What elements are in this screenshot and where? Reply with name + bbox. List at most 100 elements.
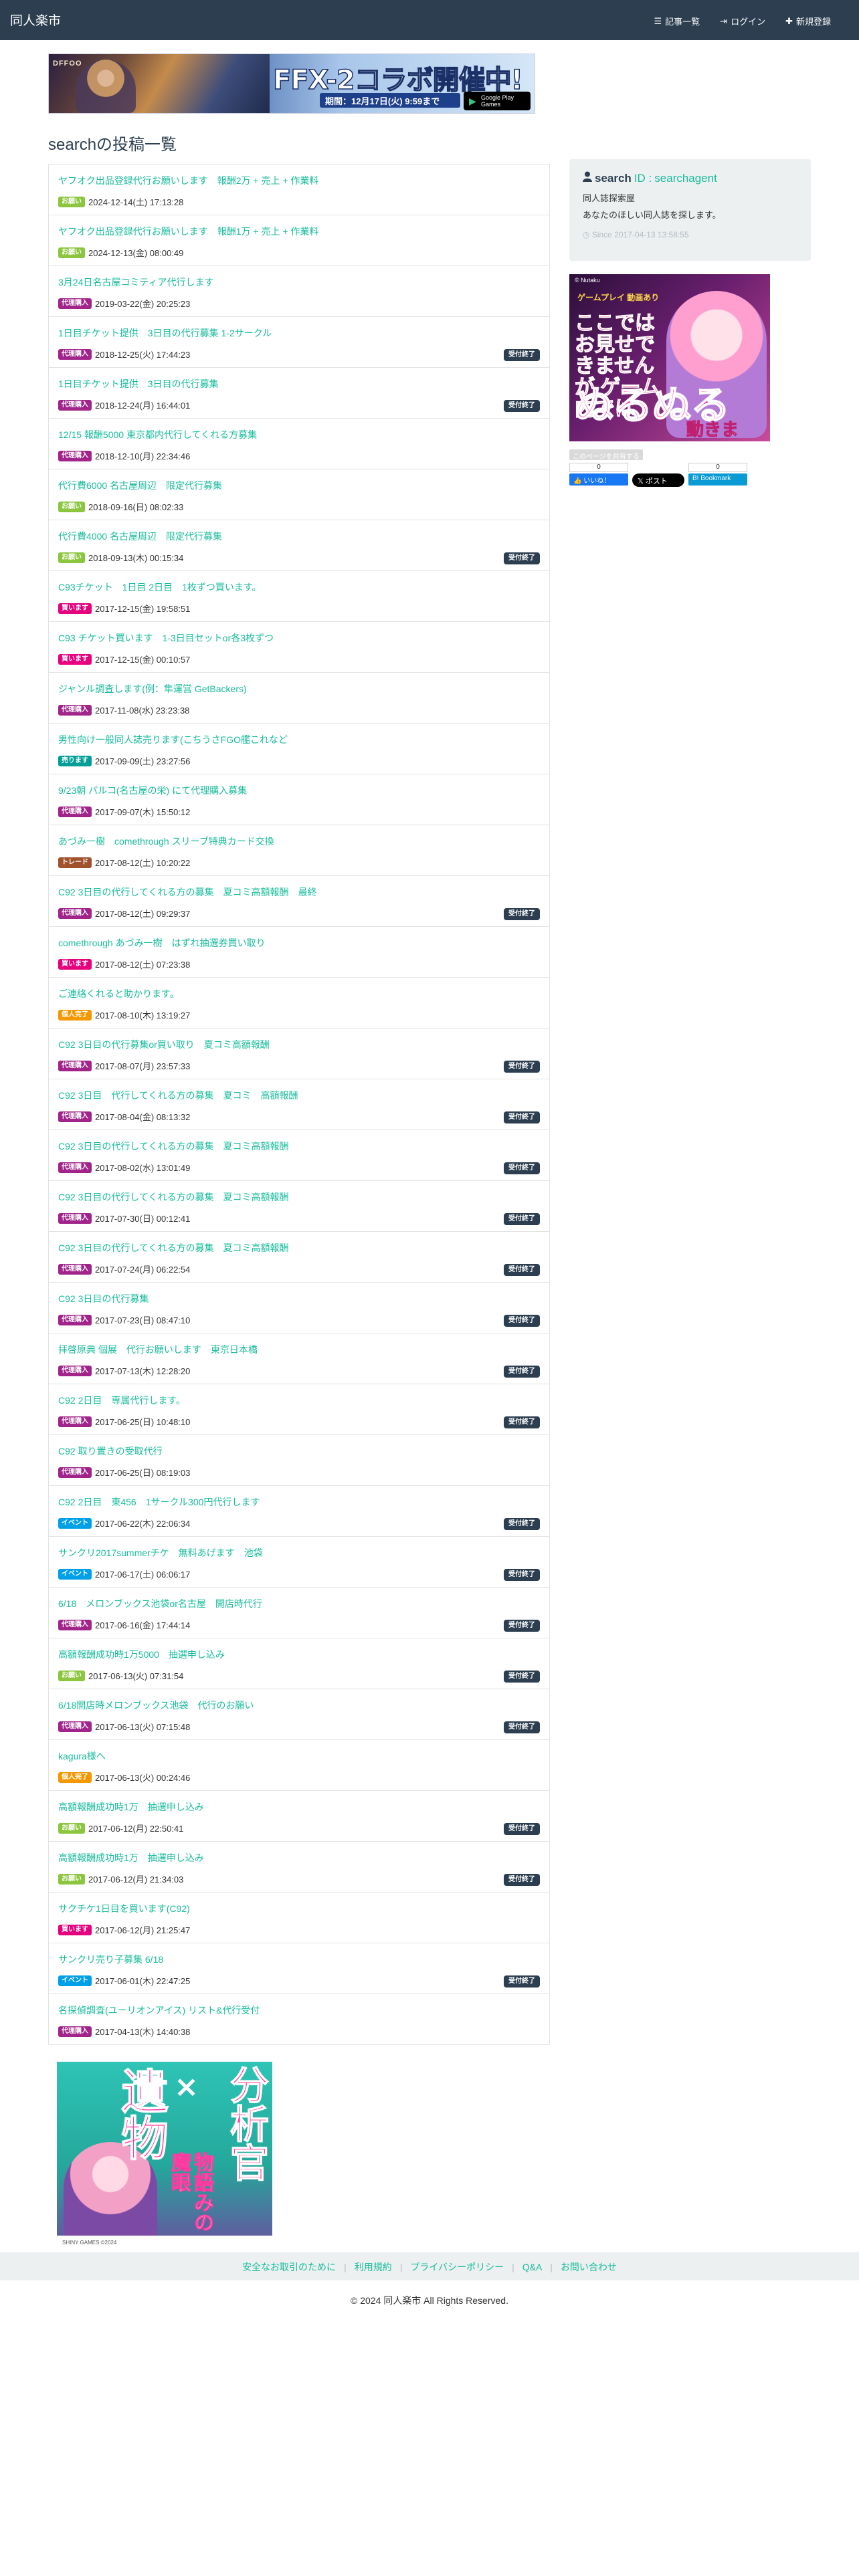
- post-title-link[interactable]: C92 3日目の代行してくれる方の募集 夏コミ高額報酬: [58, 1190, 289, 1204]
- footer-link[interactable]: 安全なお取引のために: [242, 2262, 336, 2272]
- post-title-link[interactable]: 3月24日名古屋コミティア代行します: [58, 276, 214, 289]
- brand-logo[interactable]: 同人楽市: [10, 11, 61, 29]
- x-post-button[interactable]: 𝕏 ポスト: [632, 473, 684, 487]
- sidebar-ad[interactable]: © Nutaku ゲームプレイ 動画あり ここでは お見せできませんが ゲーム内…: [569, 274, 770, 441]
- post-title-link[interactable]: C92 3日目の代行募集or買い取り 夏コミ高額報酬: [58, 1038, 270, 1051]
- bookmark-icon: B!: [692, 475, 699, 482]
- post-row: C93 チケット買います 1-3日目セットor各3枚ずつ 買います 2017-12-…: [48, 622, 550, 673]
- post-date: 2017-06-17(土) 06:06:17: [95, 1570, 191, 1580]
- post-title-link[interactable]: C92 3日目の代行してくれる方の募集 夏コミ高額報酬: [58, 1241, 289, 1255]
- post-date: 2017-07-23(日) 08:47:10: [95, 1315, 191, 1325]
- thumbs-up-icon: 👍: [573, 477, 582, 485]
- post-date: 2024-12-13(金) 08:00:49: [88, 248, 184, 258]
- post-title-link[interactable]: C92 3日目の代行してくれる方の募集 夏コミ高額報酬 最終: [58, 885, 317, 899]
- post-title-link[interactable]: C92 3日目の代行してくれる方の募集 夏コミ高額報酬: [58, 1140, 289, 1153]
- post-row: kagura様へ 個人完了 2017-06-13(火) 00:24:46: [48, 1740, 550, 1791]
- post-title-link[interactable]: C92 3日目 代行してくれる方の募集 夏コミ 高額報酬: [58, 1089, 298, 1102]
- post-title-link[interactable]: 名探偵調査(ユーリオンアイス) リスト&代行受付: [58, 2004, 260, 2017]
- category-badge: 代理購入: [58, 1111, 92, 1122]
- post-row: C92 3日目の代行募集 代理購入 2017-07-23(日) 08:47:10 受付…: [48, 1283, 550, 1333]
- post-title-link[interactable]: 12/15 報酬5000 東京都内代行してくれる方募集: [58, 428, 257, 441]
- category-badge: 代理購入: [58, 1060, 92, 1071]
- post-title-link[interactable]: 代行費4000 名古屋周辺 限定代行募集: [58, 530, 222, 543]
- facebook-count: 0: [569, 463, 628, 472]
- post-list: ヤフオク出品登録代行お願いします 報酬2万 + 売上 + 作業料 お願い 2024-…: [48, 164, 550, 2045]
- footer-separator: |: [550, 2262, 553, 2272]
- list-icon: ☰: [654, 15, 662, 26]
- post-date: 2017-12-15(金) 00:10:57: [95, 655, 191, 665]
- bottom-banner-ad[interactable]: 遺物 × 分析官 物語みの魔眼 SHINY GAMES ©2024: [57, 2062, 272, 2250]
- hatena-bookmark-button[interactable]: B! Bookmark: [688, 473, 747, 486]
- post-date: 2017-08-12(土) 07:23:38: [95, 960, 191, 970]
- post-title-link[interactable]: 1日目チケット提供 3日目の代行募集 1-2サークル: [58, 326, 272, 340]
- post-date: 2017-09-09(土) 23:27:56: [95, 756, 191, 766]
- footer-link[interactable]: 利用規約: [355, 2262, 392, 2272]
- post-date: 2017-04-13(木) 14:40:38: [95, 2027, 191, 2037]
- post-row: comethrough あづみ一樹 はずれ抽選券買い取り 買います 2017-08-…: [48, 927, 550, 978]
- status-badge: 受付終了: [504, 1264, 540, 1276]
- profile-id[interactable]: searchagent: [654, 172, 717, 185]
- post-meta: お願い 2017-06-13(火) 07:31:54: [58, 1669, 183, 1682]
- post-row: 代行費4000 名古屋周辺 限定代行募集 お願い 2018-09-13(木) 00:…: [48, 520, 550, 571]
- ad-credit: © Nutaku: [575, 277, 600, 284]
- post-title-link[interactable]: 6/18開店時メロンブックス池袋 代行のお願い: [58, 1699, 254, 1712]
- category-badge: 代理購入: [58, 1263, 92, 1275]
- post-meta: 代理購入 2017-11-08(水) 23:23:38: [58, 704, 189, 716]
- user-profile-panel: search ID : searchagent 同人誌探索屋 あなたのほしい同人…: [569, 159, 811, 261]
- post-title-link[interactable]: サンクリ2017summerチケ 無料あげます 池袋: [58, 1546, 263, 1560]
- category-badge: 買います: [58, 653, 92, 665]
- post-title-link[interactable]: 男性向け一般同人誌売ります(こちうさFGO艦これなど: [58, 733, 288, 746]
- login-icon: ⇥: [720, 15, 728, 26]
- ad-tagline: 動きます。: [686, 419, 739, 440]
- post-title-link[interactable]: 高額報酬成功時1万 抽選申し込み: [58, 1851, 204, 1864]
- post-title-link[interactable]: 代行費6000 名古屋周辺 限定代行募集: [58, 479, 222, 492]
- post-title-link[interactable]: C92 2日目 専属代行します。: [58, 1394, 185, 1407]
- post-meta: 代理購入 2017-06-13(火) 07:15:48: [58, 1720, 190, 1733]
- post-title-link[interactable]: ヤフオク出品登録代行お願いします 報酬1万 + 売上 + 作業料: [58, 225, 318, 238]
- category-badge: 代理購入: [58, 298, 92, 309]
- hatena-bookmark-share: 0 B! Bookmark: [688, 463, 747, 486]
- status-badge: 受付終了: [504, 1213, 540, 1225]
- post-title-link[interactable]: C92 取り置きの受取代行: [58, 1444, 163, 1458]
- post-title-link[interactable]: ジャンル調査します(例：隼運営 GetBackers): [58, 682, 247, 695]
- post-title-link[interactable]: 高額報酬成功時1万5000 抽選申し込み: [58, 1648, 225, 1661]
- post-title-link[interactable]: あづみ一樹 comethrough スリーブ特典カード交換: [58, 835, 274, 848]
- post-title-link[interactable]: C92 2日目 東456 1サークル300円代行します: [58, 1495, 260, 1509]
- category-badge: お願い: [58, 501, 85, 512]
- profile-line-1: 同人誌探索屋: [583, 193, 636, 203]
- status-badge: 受付終了: [504, 1671, 540, 1683]
- category-badge: 代理購入: [58, 907, 92, 919]
- nav-articles-link[interactable]: ☰ 記事一覧: [654, 15, 700, 27]
- post-title-link[interactable]: 9/23朝 パルコ(名古屋の栄) にて代理購入募集: [58, 784, 247, 797]
- post-title-link[interactable]: サンクリ売り子募集 6/18: [58, 1953, 163, 1966]
- nav-login-link[interactable]: ⇥ ログイン: [720, 15, 765, 27]
- post-title-link[interactable]: kagura様へ: [58, 1749, 106, 1763]
- facebook-like-button[interactable]: 👍 いいね！: [569, 473, 628, 486]
- x-post-label: ポスト: [645, 477, 668, 486]
- post-date: 2017-08-12(土) 10:20:22: [95, 858, 191, 868]
- post-title-link[interactable]: 拝啓原典 個展 代行お願いします 東京日本橋: [58, 1343, 258, 1356]
- post-title-link[interactable]: ご連絡くれると助かります。: [58, 987, 179, 1000]
- post-title-link[interactable]: comethrough あづみ一樹 はずれ抽選券買い取り: [58, 936, 266, 950]
- nav-register-link[interactable]: ✚ 新規登録: [785, 15, 831, 27]
- post-row: C92 3日目の代行してくれる方の募集 夏コミ高額報酬 代理購入 2017-07-2…: [48, 1232, 550, 1283]
- post-title-link[interactable]: 1日目チケット提供 3日目の代行募集: [58, 377, 219, 391]
- footer-link[interactable]: お問い合わせ: [561, 2262, 617, 2272]
- post-title-link[interactable]: 6/18 メロンブックス池袋or名古屋 開店時代行: [58, 1597, 262, 1610]
- post-title-link[interactable]: サクチケ1日目を買います(C92): [58, 1902, 190, 1915]
- profile-name: search: [595, 171, 632, 185]
- footer-link[interactable]: Q&A: [522, 2262, 543, 2272]
- post-row: 1日目チケット提供 3日目の代行募集 代理購入 2018-12-24(月) 16:4…: [48, 368, 550, 419]
- post-date: 2017-07-13(木) 12:28:20: [95, 1366, 191, 1376]
- top-banner-ad[interactable]: DFFOO FFX-2コラボ開催中! 期間：12月17日(火) 9:59まで G…: [48, 53, 535, 114]
- post-title-link[interactable]: C93チケット 1日目 2日目 1枚ずつ買います。: [58, 580, 262, 594]
- status-badge: 受付終了: [504, 1874, 540, 1886]
- post-title-link[interactable]: C92 3日目の代行募集: [58, 1292, 149, 1305]
- post-title-link[interactable]: ヤフオク出品登録代行お願いします 報酬2万 + 売上 + 作業料: [58, 174, 318, 187]
- footer-link[interactable]: プライバシーポリシー: [410, 2262, 504, 2272]
- post-date: 2017-06-12(月) 22:50:41: [88, 1824, 184, 1834]
- post-title-link[interactable]: 高額報酬成功時1万 抽選申し込み: [58, 1800, 204, 1814]
- category-badge: イベント: [58, 1517, 92, 1529]
- post-title-link[interactable]: C93 チケット買います 1-3日目セットor各3枚ずつ: [58, 631, 274, 645]
- category-badge: お願い: [58, 247, 85, 258]
